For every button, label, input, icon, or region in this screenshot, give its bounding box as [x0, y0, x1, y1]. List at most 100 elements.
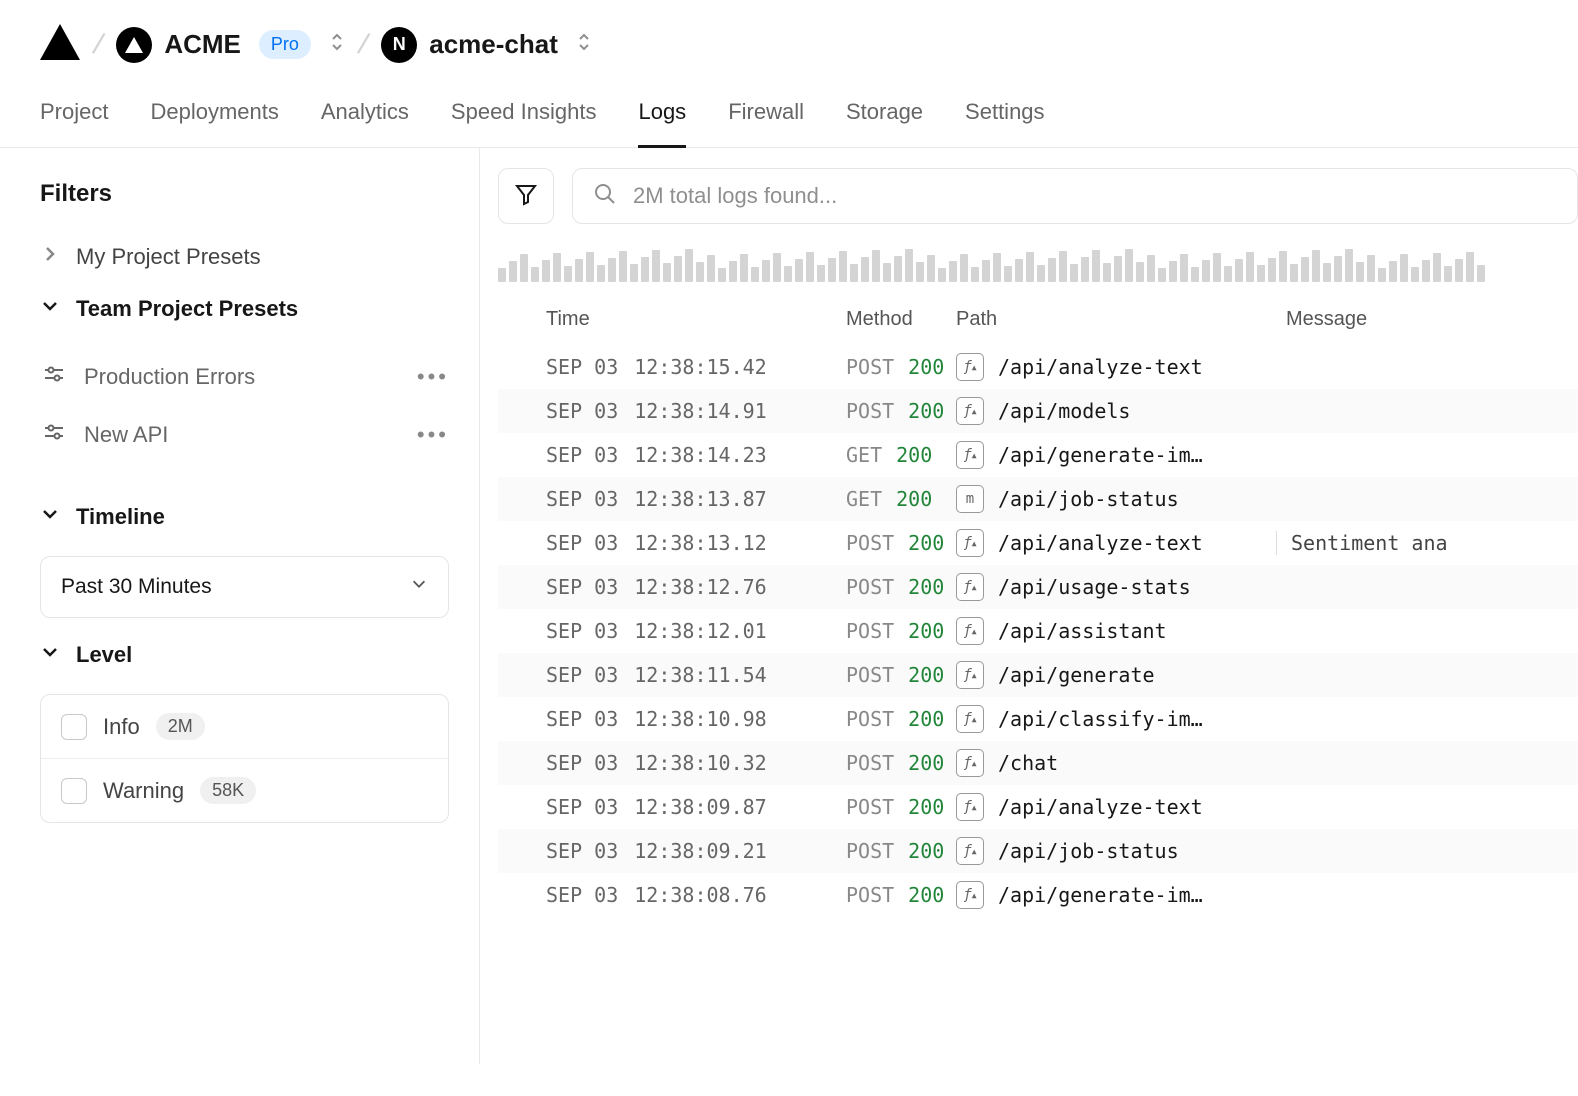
- log-path: ƒ▲/chat: [956, 749, 1286, 777]
- checkbox[interactable]: [61, 714, 87, 740]
- level-toggle[interactable]: Level: [40, 642, 449, 668]
- log-time: SEP 0312:38:12.01: [546, 619, 846, 643]
- more-icon[interactable]: •••: [417, 422, 449, 448]
- log-method: POST: [846, 707, 894, 731]
- log-time: SEP 0312:38:15.42: [546, 355, 846, 379]
- breadcrumb-separator-icon: /: [355, 27, 372, 62]
- log-status: 200: [908, 839, 944, 863]
- log-path: ƒ▲/api/classify-im…: [956, 705, 1286, 733]
- table-row[interactable]: SEP 0312:38:13.87 GET200 m/api/job-statu…: [498, 477, 1578, 521]
- col-message: Message: [1286, 308, 1578, 331]
- timeline-select[interactable]: Past 30 Minutes: [40, 556, 449, 618]
- function-icon: ƒ▲: [956, 573, 984, 601]
- preset-item[interactable]: Production Errors •••: [40, 348, 449, 406]
- preset-label: New API: [84, 422, 168, 448]
- project-name: acme-chat: [429, 29, 558, 60]
- table-row[interactable]: SEP 0312:38:10.32 POST200 ƒ▲/chat: [498, 741, 1578, 785]
- table-row[interactable]: SEP 0312:38:10.98 POST 200 ƒ▲/api/classif…: [498, 697, 1578, 741]
- search-icon: [593, 182, 617, 211]
- function-icon: ƒ▲: [956, 353, 984, 381]
- timeline-label: Timeline: [76, 504, 165, 530]
- team-avatar-icon: [116, 27, 152, 63]
- team-switcher[interactable]: ACME Pro: [116, 27, 345, 63]
- log-time: SEP 0312:38:14.23: [546, 443, 846, 467]
- log-path: ƒ▲/api/generate-im…: [956, 441, 1286, 469]
- table-row[interactable]: SEP 0312:38:14.91 POST200 ƒ▲/api/models: [498, 389, 1578, 433]
- log-method: POST: [846, 663, 894, 687]
- checkbox[interactable]: [61, 778, 87, 804]
- breadcrumb: / ACME Pro / N acme-chat: [0, 0, 1578, 81]
- function-icon: ƒ▲: [956, 441, 984, 469]
- timeline-sparkline[interactable]: [498, 248, 1578, 282]
- middleware-icon: m: [956, 485, 984, 513]
- log-status: 200: [908, 355, 944, 379]
- table-body: SEP 0312:38:15.42 POST 200 ƒ▲/api/analyze…: [498, 345, 1578, 917]
- preset-label: Production Errors: [84, 364, 255, 390]
- table-row[interactable]: SEP 0312:38:09.87 POST 200 ƒ▲/api/analyze…: [498, 785, 1578, 829]
- tab-settings[interactable]: Settings: [965, 99, 1045, 148]
- level-option[interactable]: Info 2M: [41, 695, 448, 758]
- timeline-toggle[interactable]: Timeline: [40, 504, 449, 530]
- function-icon: ƒ▲: [956, 705, 984, 733]
- log-path: ƒ▲/api/usage-stats: [956, 573, 1286, 601]
- log-status: 200: [908, 707, 944, 731]
- log-status: 200: [908, 399, 944, 423]
- search-input[interactable]: [633, 183, 1557, 209]
- chevron-updown-icon[interactable]: [329, 31, 345, 58]
- table-row[interactable]: SEP 0312:38:09.21 POST200 ƒ▲/api/job-sta…: [498, 829, 1578, 873]
- log-path: ƒ▲/api/analyze-text: [956, 529, 1286, 557]
- filter-button[interactable]: [498, 168, 554, 224]
- my-presets-toggle[interactable]: My Project Presets: [40, 244, 449, 270]
- log-status: 200: [908, 883, 944, 907]
- table-row[interactable]: SEP 0312:38:08.76 POST200 ƒ▲/api/generat…: [498, 873, 1578, 917]
- log-method: POST: [846, 531, 894, 555]
- log-status: 200: [908, 663, 944, 687]
- tab-analytics[interactable]: Analytics: [321, 99, 409, 148]
- table-row[interactable]: SEP 0312:38:12.01 POST200 ƒ▲/api/assista…: [498, 609, 1578, 653]
- log-path: ƒ▲/api/analyze-text: [956, 353, 1286, 381]
- log-method: POST: [846, 839, 894, 863]
- tab-deployments[interactable]: Deployments: [150, 99, 278, 148]
- team-presets-toggle[interactable]: Team Project Presets: [40, 296, 449, 322]
- log-path: ƒ▲/api/analyze-text: [956, 793, 1286, 821]
- preset-item[interactable]: New API •••: [40, 406, 449, 464]
- tab-speed-insights[interactable]: Speed Insights: [451, 99, 597, 148]
- plan-badge: Pro: [259, 30, 311, 59]
- level-name: Warning: [103, 778, 184, 804]
- chevron-right-icon: [40, 244, 60, 270]
- log-time: SEP 0312:38:14.91: [546, 399, 846, 423]
- log-path: ƒ▲/api/models: [956, 397, 1286, 425]
- col-time: Time: [546, 308, 846, 331]
- project-avatar-icon: N: [381, 27, 417, 63]
- table-row[interactable]: SEP 0312:38:13.12 POST200 ƒ▲/api/analyze…: [498, 521, 1578, 565]
- vercel-logo-icon[interactable]: [40, 24, 80, 65]
- function-icon: ƒ▲: [956, 397, 984, 425]
- log-time: SEP 0312:38:08.76: [546, 883, 846, 907]
- log-path: ƒ▲/api/generate: [956, 661, 1286, 689]
- project-switcher[interactable]: N acme-chat: [381, 27, 592, 63]
- log-time: SEP 0312:38:09.87: [546, 795, 846, 819]
- level-name: Info: [103, 714, 140, 740]
- chevron-down-icon: [40, 504, 60, 530]
- tab-storage[interactable]: Storage: [846, 99, 923, 148]
- tab-logs[interactable]: Logs: [638, 99, 686, 148]
- tab-project[interactable]: Project: [40, 99, 108, 148]
- log-status: 200: [908, 575, 944, 599]
- log-method: POST: [846, 795, 894, 819]
- more-icon[interactable]: •••: [417, 364, 449, 390]
- tab-firewall[interactable]: Firewall: [728, 99, 804, 148]
- log-status: 200: [908, 795, 944, 819]
- level-option[interactable]: Warning 58K: [41, 758, 448, 822]
- team-presets-label: Team Project Presets: [76, 296, 298, 322]
- table-row[interactable]: SEP 0312:38:15.42 POST200 ƒ▲/api/analyze…: [498, 345, 1578, 389]
- team-name: ACME: [164, 29, 241, 60]
- chevron-down-icon: [40, 296, 60, 322]
- chevron-updown-icon[interactable]: [576, 31, 592, 58]
- breadcrumb-separator-icon: /: [90, 27, 107, 62]
- search-box[interactable]: [572, 168, 1578, 224]
- table-row[interactable]: SEP 0312:38:14.23 GET200 ƒ▲/api/generate…: [498, 433, 1578, 477]
- timeline-value: Past 30 Minutes: [61, 575, 212, 599]
- log-time: SEP 0312:38:10.98: [546, 707, 846, 731]
- table-row[interactable]: SEP 0312:38:11.54 POST200 ƒ▲/api/generat…: [498, 653, 1578, 697]
- table-row[interactable]: SEP 0312:38:12.76 POST200 ƒ▲/api/usage-s…: [498, 565, 1578, 609]
